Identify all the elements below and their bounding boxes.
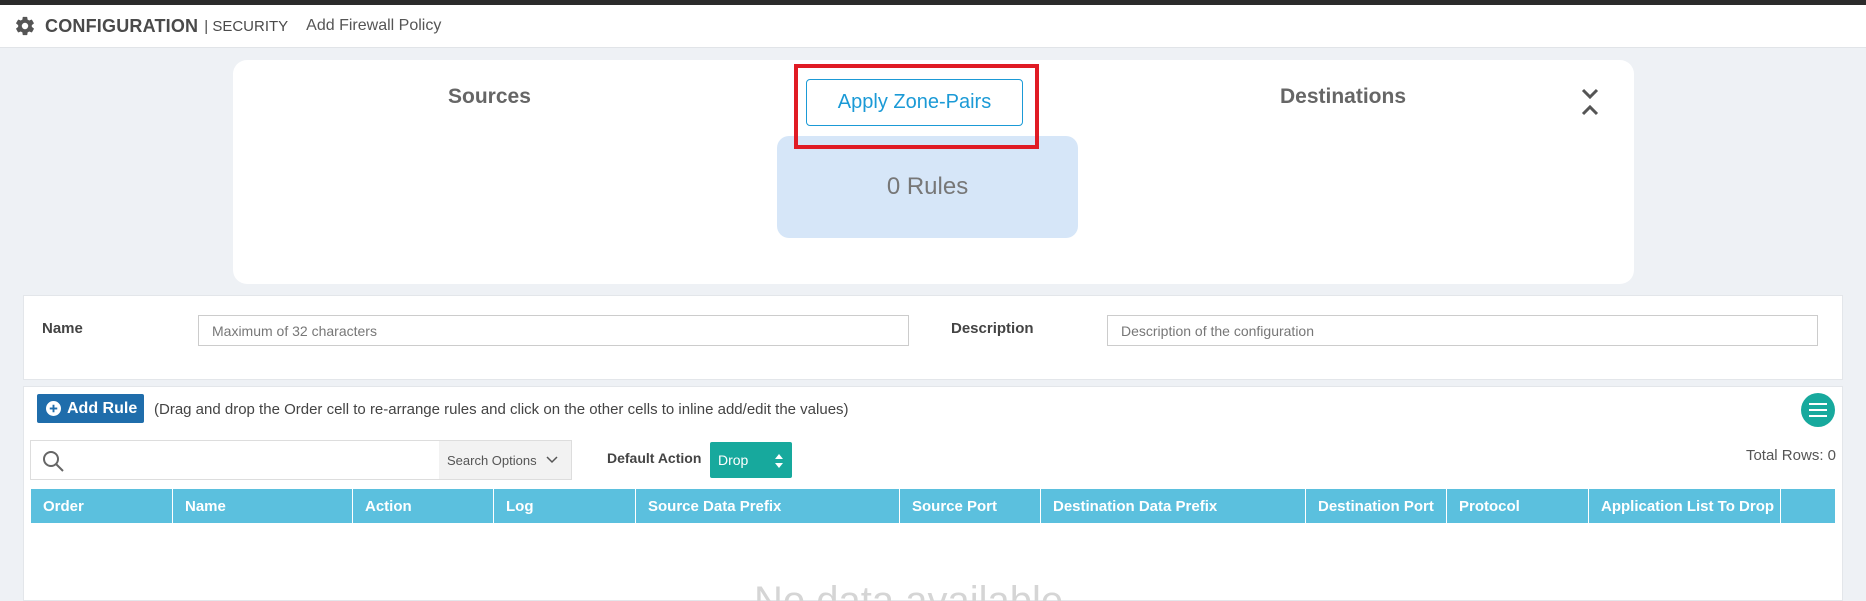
- column-order[interactable]: Order: [31, 489, 173, 523]
- plus-circle-icon: [46, 401, 61, 416]
- column-extra: [1781, 489, 1835, 523]
- gear-icon: [16, 16, 34, 36]
- policy-details-panel: Name Maximum of 32 characters Descriptio…: [23, 295, 1843, 380]
- column-destination-data-prefix[interactable]: Destination Data Prefix: [1041, 489, 1306, 523]
- section-title: CONFIGURATION: [45, 15, 199, 36]
- column-log[interactable]: Log: [494, 489, 636, 523]
- destinations-label: Destinations: [1280, 85, 1407, 108]
- apply-zone-pairs-button[interactable]: Apply Zone-Pairs: [806, 79, 1023, 126]
- search-options-dropdown[interactable]: Search Options: [439, 441, 571, 479]
- column-action[interactable]: Action: [353, 489, 494, 523]
- rules-panel: Add Rule (Drag and drop the Order cell t…: [23, 386, 1843, 601]
- default-action-label: Default Action: [607, 450, 702, 466]
- default-action-value: Drop: [718, 452, 749, 468]
- page-header: CONFIGURATION | SECURITY Add Firewall Po…: [0, 5, 1866, 48]
- rules-count-box: 0 Rules: [777, 136, 1078, 238]
- column-source-data-prefix[interactable]: Source Data Prefix: [636, 489, 900, 523]
- name-label: Name: [42, 320, 83, 337]
- sort-arrows-icon: [775, 454, 783, 468]
- add-rule-label: Add Rule: [67, 399, 138, 417]
- menu-icon: [1809, 403, 1827, 417]
- column-protocol[interactable]: Protocol: [1447, 489, 1589, 523]
- search-icon: [43, 451, 64, 472]
- collapse-icon[interactable]: [1579, 86, 1601, 118]
- subsection-title: | SECURITY: [204, 17, 289, 35]
- chevron-down-icon: [546, 456, 558, 464]
- default-action-select[interactable]: Drop: [710, 442, 792, 478]
- menu-button[interactable]: [1801, 393, 1835, 427]
- column-destination-port[interactable]: Destination Port: [1306, 489, 1447, 523]
- name-field[interactable]: Maximum of 32 characters: [198, 315, 909, 346]
- description-label: Description: [951, 320, 1034, 337]
- total-rows: Total Rows: 0: [1745, 447, 1836, 464]
- empty-table-message: No data available: [754, 579, 1064, 601]
- search-input[interactable]: Search Options: [30, 440, 572, 480]
- sources-label: Sources: [448, 85, 531, 108]
- zone-pair-card: Sources 0 Rules Apply Zone-Pairs Destina…: [233, 60, 1634, 284]
- breadcrumb: Add Firewall Policy: [306, 17, 442, 34]
- rules-table-header: Order Name Action Log Source Data Prefix…: [31, 489, 1835, 523]
- column-source-port[interactable]: Source Port: [900, 489, 1041, 523]
- column-application-list-to-drop[interactable]: Application List To Drop: [1589, 489, 1781, 523]
- add-rule-button[interactable]: Add Rule: [37, 394, 144, 423]
- column-name[interactable]: Name: [173, 489, 353, 523]
- rules-hint: (Drag and drop the Order cell to re-arra…: [154, 401, 849, 418]
- search-options-label: Search Options: [447, 452, 537, 468]
- description-field[interactable]: Description of the configuration: [1107, 315, 1818, 346]
